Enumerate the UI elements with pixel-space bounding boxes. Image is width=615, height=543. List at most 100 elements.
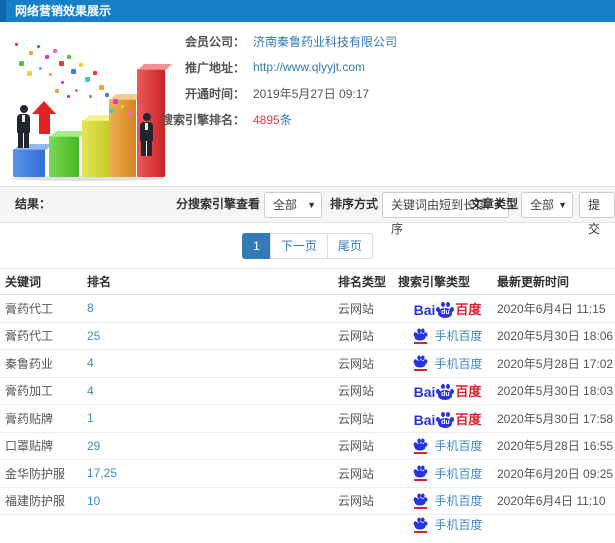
baidu-underline xyxy=(414,369,428,372)
rank-type-cell: 云网站 xyxy=(338,329,375,344)
keyword-cell: 福建防护服 xyxy=(5,494,66,509)
header-updated-time: 最新更新时间 xyxy=(497,275,570,289)
baidu-paw-icon: du xyxy=(436,411,455,428)
header-rank-type: 排名类型 xyxy=(338,275,387,289)
member-info-panel: 会员公司： 济南秦鲁药业科技有限公司 推广地址： http://www.qlyy… xyxy=(160,33,397,137)
header-keyword: 关键词 xyxy=(5,275,42,289)
rank-type-cell: 云网站 xyxy=(338,384,375,399)
open-time-label: 开通时间： xyxy=(184,86,245,101)
rank-cell: 10 xyxy=(87,494,338,508)
updated-cell: 2020年6月20日 09:25 xyxy=(497,466,614,481)
engine-rank-label: 搜索引擎排名： xyxy=(160,112,245,127)
updated-cell: 2020年6月4日 11:10 xyxy=(497,494,606,509)
keyword-cell: 膏药代工 xyxy=(5,301,54,316)
pagination: 1 下一页 尾页 xyxy=(0,233,615,259)
member-company-link[interactable]: 济南秦鲁药业科技有限公司 xyxy=(253,33,397,50)
rank-type-cell: 云网站 xyxy=(338,466,375,481)
baidu-mobile-logo: 手机百度 xyxy=(412,492,483,509)
table-row: 膏药贴牌 1 云网站 Bai du 百度 2020年5月30日 17:58 xyxy=(0,405,615,433)
baidu-paw-icon xyxy=(414,355,428,368)
updated-cell: 2020年5月30日 17:58 xyxy=(497,411,614,426)
engine-cell: 手机百度 xyxy=(398,516,497,533)
baidu-cn-text: 百度 xyxy=(455,301,482,317)
baidu-mobile-label: 手机百度 xyxy=(434,439,483,454)
table-row: 金华防护服 17,25 云网站 手机百度 2020年6月20日 09:25 xyxy=(0,460,615,488)
baidu-mobile-paw xyxy=(412,355,429,372)
baidu-bai-text: Bai xyxy=(413,301,436,318)
baidu-mobile-label: 手机百度 xyxy=(434,494,483,509)
baidu-underline xyxy=(414,506,428,509)
engine-cell: 手机百度 xyxy=(398,465,497,482)
baidu-mobile-logo: 手机百度 xyxy=(412,465,483,482)
submit-button[interactable]: 提交 xyxy=(579,192,615,236)
baidu-mobile-paw xyxy=(412,438,429,454)
bar-chart-blue-bar xyxy=(13,144,52,177)
engine-rank-row: 搜索引擎排名： 4895条 xyxy=(160,111,397,127)
title-bar-edge xyxy=(0,0,6,22)
rank-type-cell: 云网站 xyxy=(338,356,375,371)
baidu-bai-text: Bai xyxy=(413,384,436,401)
baidu-pc-logo: Bai du 百度 xyxy=(413,381,481,401)
result-label: 结果： xyxy=(15,197,52,211)
baidu-mobile-paw xyxy=(412,517,429,533)
keyword-cell: 膏药加工 xyxy=(5,384,54,399)
title-bar: 网络营销效果展示 xyxy=(0,0,615,22)
engine-cell: Bai du 百度 xyxy=(398,299,497,318)
table-row: 膏药代工 8 云网站 Bai du 百度 2020年6月4日 11:15 xyxy=(0,295,615,323)
table-row: 福建防护服 10 云网站 手机百度 2020年6月4日 11:10 xyxy=(0,488,615,515)
engine-rank-unit: 条 xyxy=(279,112,292,127)
businessman-left-icon xyxy=(17,105,30,148)
table-body: 膏药代工 8 云网站 Bai du 百度 2020年6月4日 11:15 膏药代工 25 云网站手… xyxy=(0,295,615,543)
header-rank: 排名 xyxy=(87,275,112,289)
updated-cell: 2020年5月30日 18:03 xyxy=(497,384,614,399)
baidu-underline xyxy=(414,479,428,482)
engine-cell: 手机百度 xyxy=(398,355,497,372)
rank-link[interactable]: 29 xyxy=(87,439,100,453)
bar-chart-yellow-bar xyxy=(82,115,117,177)
rank-link[interactable]: 10 xyxy=(87,494,100,508)
baidu-paw-icon xyxy=(414,517,428,529)
page-1-button[interactable]: 1 xyxy=(242,233,271,259)
baidu-mobile-label: 手机百度 xyxy=(434,356,483,371)
bar-chart-green-bar xyxy=(49,131,86,177)
baidu-mobile-logo: 手机百度 xyxy=(412,516,483,533)
table-row: 口罩贴牌 29 云网站 手机百度 2020年5月28日 16:55 xyxy=(0,433,615,460)
baidu-underline xyxy=(414,530,428,533)
rank-link[interactable]: 8 xyxy=(87,301,94,315)
baidu-paw-icon xyxy=(414,438,428,451)
table-row: 秦鲁药业 4 云网站 手机百度 2020年5月28日 17:02 xyxy=(0,350,615,378)
keyword-cell: 膏药代工 xyxy=(5,329,54,344)
article-type-label: 文章类型 xyxy=(470,197,519,211)
rank-link[interactable]: 17,25 xyxy=(87,466,117,480)
baidu-mobile-logo: 手机百度 xyxy=(412,327,483,344)
engine-view-select[interactable]: 全部 ▼ xyxy=(264,192,322,218)
rank-type-cell: 云网站 xyxy=(338,411,375,426)
rank-link[interactable]: 4 xyxy=(87,384,94,398)
open-time-value: 2019年5月27日 09:17 xyxy=(253,86,370,101)
rank-link[interactable]: 1 xyxy=(87,411,94,425)
rank-link[interactable]: 4 xyxy=(87,356,94,370)
rank-cell: 4 xyxy=(87,384,338,398)
engine-cell: 手机百度 xyxy=(398,492,497,509)
baidu-mobile-logo: 手机百度 xyxy=(412,437,483,454)
rank-cell: 1 xyxy=(87,411,338,425)
baidu-mobile-logo: 手机百度 xyxy=(412,355,483,372)
results-table: 关键词 排名 排名类型 搜索引擎类型 最新更新时间 膏药代工 8 云网站 Bai du 百… xyxy=(0,268,615,543)
rank-link[interactable]: 25 xyxy=(87,329,100,343)
updated-cell: 2020年5月28日 16:55 xyxy=(497,439,614,454)
baidu-paw-icon: du xyxy=(436,301,455,318)
baidu-paw-icon xyxy=(414,493,428,506)
header-engine-type: 搜索引擎类型 xyxy=(398,275,471,289)
engine-cell: 手机百度 xyxy=(398,327,497,344)
last-page-button[interactable]: 尾页 xyxy=(326,233,373,259)
keyword-cell: 金华防护服 xyxy=(5,466,66,481)
chevron-down-icon: ▼ xyxy=(307,200,316,210)
promo-url-link[interactable]: http://www.qlyyjt.com xyxy=(253,60,365,74)
sort-label: 排序方式 xyxy=(330,197,379,211)
promo-url-label: 推广地址： xyxy=(184,60,245,75)
member-company-label: 会员公司： xyxy=(184,34,245,49)
next-page-button[interactable]: 下一页 xyxy=(269,233,328,259)
engine-cell: Bai du 百度 xyxy=(398,409,497,428)
table-row: 膏药代工 25 云网站 手机百度 2020年5月30日 18:06 xyxy=(0,323,615,350)
article-type-select[interactable]: 全部 ▼ xyxy=(521,192,573,218)
